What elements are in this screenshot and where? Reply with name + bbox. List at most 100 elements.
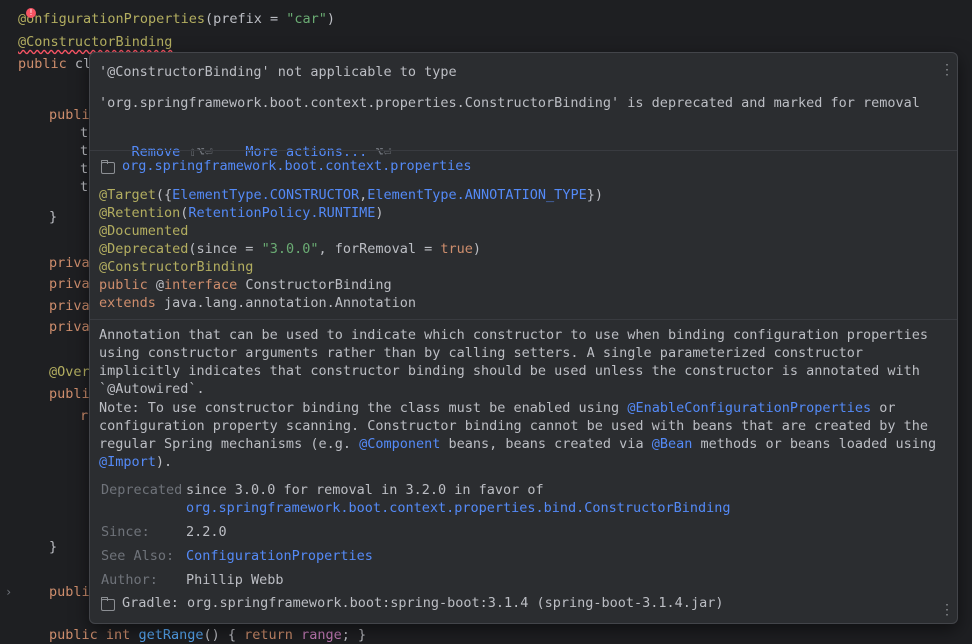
element-type-constructor[interactable]: ElementType.CONSTRUCTOR <box>172 187 359 203</box>
retention-close: ) <box>375 205 384 221</box>
text: beans, beans created via <box>440 436 652 452</box>
fold-arrow-icon[interactable]: › <box>5 585 12 599</box>
dep-close: ) <box>472 241 482 257</box>
extends-line: extends java.lang.annotation.Annotation <box>99 294 416 312</box>
close-paren: ) <box>326 11 336 27</box>
semicolon: ; <box>341 627 350 643</box>
doc-line: using constructor arguments rather than … <box>99 345 864 361</box>
enable-config-props-link[interactable]: @EnableConfigurationProperties <box>627 400 871 416</box>
divider <box>90 150 957 151</box>
code-fragment[interactable]: priva <box>49 318 90 336</box>
code-line-get-range[interactable]: public int getRange() { return range; } <box>49 626 366 644</box>
code-fragment[interactable]: } <box>49 208 57 226</box>
parens: () <box>203 627 220 643</box>
see-also-link[interactable]: ConfigurationProperties <box>186 547 373 565</box>
code-fragment[interactable]: publi <box>49 106 90 124</box>
interface-declaration-line: public @interface ConstructorBinding <box>99 276 392 294</box>
dep-mid: , forRemoval = <box>318 241 441 257</box>
decl-interface: interface <box>164 277 238 293</box>
text: regular Spring mechanisms (e.g. <box>99 436 360 452</box>
configuration-properties-link[interactable]: ConfigurationProperties <box>186 548 373 564</box>
library-source: Gradle: org.springframework.boot:spring-… <box>122 595 724 611</box>
package-folder-icon <box>101 160 115 174</box>
keyword-public: public <box>49 627 98 643</box>
retention-ann: @Retention <box>99 205 181 221</box>
since-label: Since: <box>101 524 150 540</box>
target-close: }) <box>586 187 603 203</box>
replacement-class-link[interactable]: org.springframework.boot.context.propert… <box>186 500 731 516</box>
note-text: Note: To use constructor binding the cla… <box>99 400 628 416</box>
code-fragment[interactable]: priva <box>49 254 90 272</box>
text: ). <box>155 454 173 470</box>
retention-policy-runtime[interactable]: RetentionPolicy.RUNTIME <box>188 205 375 221</box>
args: (prefix = <box>204 11 287 27</box>
inspection-title: '@ConstructorBinding' not applicable to … <box>99 64 457 80</box>
element-type-annotation-type[interactable]: ElementType.ANNOTATION_TYPE <box>367 187 586 203</box>
brace-open: { <box>219 627 245 643</box>
code-fragment[interactable]: t <box>80 178 88 196</box>
brace-close: } <box>349 627 367 643</box>
doc-line: configuration property scanning. Constru… <box>99 418 929 434</box>
component-link[interactable]: @Component <box>359 436 440 452</box>
deprecation-message: 'org.springframework.boot.context.proper… <box>99 95 920 111</box>
code-fragment[interactable]: publi <box>49 385 90 403</box>
doc-line: Annotation that can be used to indicate … <box>99 327 929 343</box>
bean-link[interactable]: @Bean <box>652 436 693 452</box>
dep-open: (since = <box>188 241 262 257</box>
deprecated-replacement-link[interactable]: org.springframework.boot.context.propert… <box>186 499 731 517</box>
doc-line-import: @Import). <box>99 453 172 471</box>
decl-name: ConstructorBinding <box>237 277 392 293</box>
code-fragment[interactable]: t <box>80 124 88 142</box>
code-fragment[interactable]: } <box>49 538 57 556</box>
package-link[interactable]: org.springframework.boot.context.propert… <box>122 157 472 175</box>
documented-ann: @Documented <box>99 223 189 239</box>
popup-menu-icon[interactable]: ⋮ <box>940 63 954 77</box>
target-open: ({ <box>155 187 173 203</box>
import-link[interactable]: @Import <box>99 454 156 470</box>
extends-type: java.lang.annotation.Annotation <box>155 295 416 311</box>
class-fragment: cl <box>66 56 92 72</box>
keyword-int: int <box>105 627 131 643</box>
target-ann: @Target <box>99 187 156 203</box>
author-label: Author: <box>101 572 158 588</box>
code-line-constructor-binding[interactable]: @ConstructorBinding <box>18 33 172 51</box>
decl-public: public <box>99 277 148 293</box>
code-fragment[interactable]: t <box>80 142 88 160</box>
since-value: 2.2.0 <box>186 524 227 540</box>
package-name[interactable]: org.springframework.boot.context.propert… <box>122 158 472 174</box>
decl-at: @ <box>147 277 165 293</box>
constructor-binding-annotation-line: @ConstructorBinding <box>99 258 253 276</box>
deprecated-ann: @Deprecated <box>99 241 189 257</box>
text: methods or beans loaded using <box>692 436 937 452</box>
code-fragment[interactable]: priva <box>49 275 90 293</box>
code-line-class-decl[interactable]: public cl <box>18 55 91 73</box>
code-fragment[interactable]: t <box>80 160 88 178</box>
code-fragment[interactable]: @Over <box>49 363 90 381</box>
code-fragment[interactable]: priva <box>49 297 90 315</box>
deprecated-annotation-line: @Deprecated(since = "3.0.0", forRemoval … <box>99 240 481 258</box>
cb-ann: @ConstructorBinding <box>99 259 254 275</box>
target-annotation-line: @Target({ElementType.CONSTRUCTOR,Element… <box>99 186 603 204</box>
retention-annotation-line: @Retention(RetentionPolicy.RUNTIME) <box>99 204 384 222</box>
deprecated-value: since 3.0.0 for removal in 3.2.0 in favo… <box>186 482 544 498</box>
code-fragment[interactable]: publi <box>49 583 90 601</box>
popup-footer-menu-icon[interactable]: ⋮ <box>940 603 954 617</box>
dep-true: true <box>440 241 473 257</box>
error-icon[interactable]: ! <box>26 8 36 18</box>
keyword: public <box>18 56 67 72</box>
documented-annotation-line: @Documented <box>99 222 188 240</box>
deprecated-annotation[interactable]: @ConstructorBinding <box>18 34 172 50</box>
divider <box>90 319 957 320</box>
deprecated-label: Deprecated <box>101 482 183 498</box>
extends-kw: extends <box>99 295 156 311</box>
library-folder-icon <box>101 597 115 611</box>
note-text-end: or <box>871 400 896 416</box>
doc-line: `@Autowired`. <box>99 381 205 397</box>
code-fragment[interactable]: r <box>80 407 88 425</box>
author-value: Phillip Webb <box>186 572 284 588</box>
code-line-configuration-properties[interactable]: @onfigurationProperties(prefix = "car") <box>18 10 335 28</box>
doc-line-links: regular Spring mechanisms (e.g. @Compone… <box>99 435 936 453</box>
see-also-label: See Also: <box>101 548 175 564</box>
field-range: range <box>301 627 342 643</box>
quick-documentation-popup[interactable]: '@ConstructorBinding' not applicable to … <box>89 52 958 624</box>
